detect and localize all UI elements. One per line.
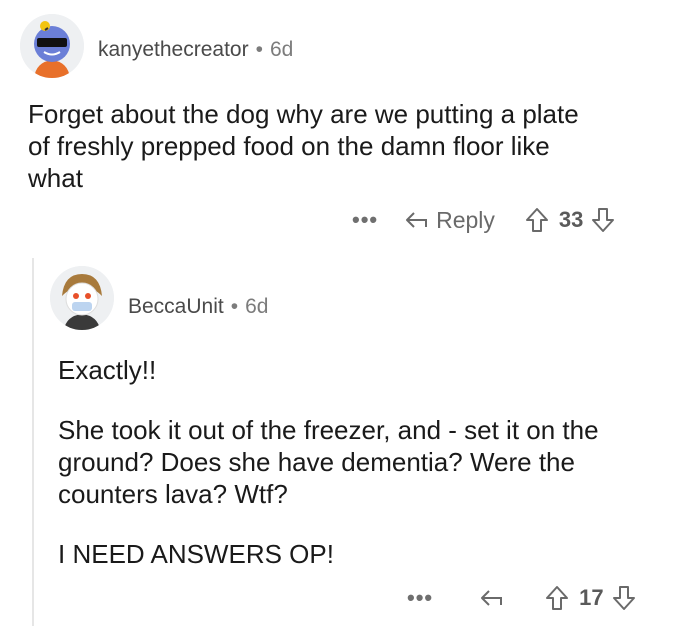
comment-body: Forget about the dog why are we putting … xyxy=(28,98,579,194)
comment-actions: ••• 17 xyxy=(407,584,636,612)
vote-count: 33 xyxy=(558,207,584,232)
comment-body-line: of freshly prepped food on the damn floo… xyxy=(28,131,550,161)
comment-body-line: I NEED ANSWERS OP! xyxy=(58,539,334,569)
comment-body-line: Exactly!! xyxy=(58,355,157,385)
comment-body-line: what xyxy=(28,163,83,193)
more-options-button[interactable]: ••• xyxy=(352,207,378,233)
comment-author[interactable]: BeccaUnit xyxy=(128,295,224,319)
comment-body: She took it out of the freezer, and - se… xyxy=(58,414,599,510)
snoo-avatar-icon xyxy=(50,266,114,330)
thread-line[interactable] xyxy=(32,258,34,626)
avatar[interactable] xyxy=(20,14,84,78)
downvote-arrow-icon[interactable] xyxy=(591,206,615,234)
vote-count: 17 xyxy=(579,585,604,610)
separator-dot: • xyxy=(255,38,263,61)
reply-label: Reply xyxy=(436,206,495,233)
comment-body-line: ground? Does she have dementia? Were the xyxy=(58,447,575,477)
comment-body-line: counters lava? Wtf? xyxy=(58,479,288,509)
reply-button[interactable] xyxy=(479,586,505,610)
downvote-arrow-icon[interactable] xyxy=(612,584,636,612)
more-options-button[interactable]: ••• xyxy=(407,585,433,611)
comment-age: 6d xyxy=(269,38,294,61)
comment-author[interactable]: kanyethecreator xyxy=(98,38,249,62)
comment-body-line: Forget about the dog why are we putting … xyxy=(28,99,579,129)
comment-body: Exactly!! xyxy=(58,354,156,386)
reply-button[interactable]: Reply xyxy=(404,207,495,234)
comment-body-line: She took it out of the freezer, and - se… xyxy=(58,415,599,445)
avatar[interactable] xyxy=(50,266,114,330)
separator-dot: • xyxy=(230,295,239,318)
reply-arrow-icon xyxy=(406,212,428,228)
comment-age: 6d xyxy=(245,295,269,318)
snoo-avatar-icon xyxy=(20,14,84,78)
reply-arrow-icon xyxy=(481,590,503,606)
upvote-arrow-icon[interactable] xyxy=(545,584,569,612)
comment-body: I NEED ANSWERS OP! xyxy=(58,538,334,570)
upvote-arrow-icon[interactable] xyxy=(525,206,549,234)
comment-actions: ••• Reply 33 xyxy=(352,206,615,234)
